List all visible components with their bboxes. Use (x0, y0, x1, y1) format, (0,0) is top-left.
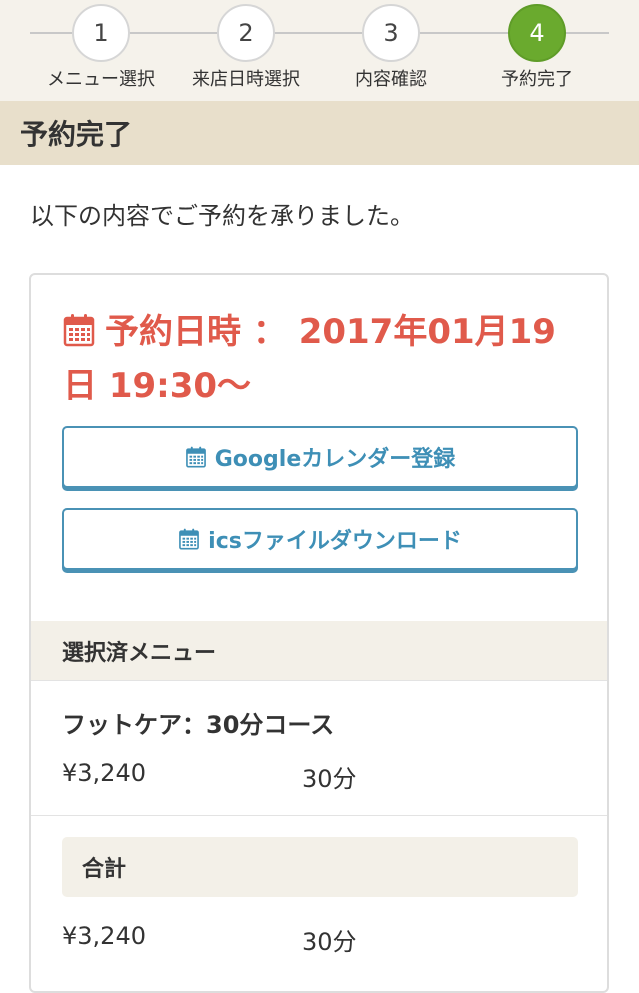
menu-item-duration: 30分 (302, 765, 357, 793)
calendar-icon (185, 446, 206, 468)
step-number-circle: 2 (217, 4, 275, 62)
step-number-circle-active: 4 (508, 4, 566, 62)
step-complete: 4 予約完了 (464, 4, 610, 91)
step-label: 来店日時選択 (192, 69, 300, 90)
step-label: メニュー選択 (47, 69, 155, 90)
ics-download-button[interactable]: icsファイルダウンロード (62, 508, 578, 570)
datetime-label: 予約日時 (105, 312, 241, 352)
total-duration: 30分 (302, 928, 357, 956)
page-title: 予約完了 (20, 118, 133, 151)
menu-item-name: フットケア：30分コース (62, 711, 335, 739)
step-number-circle: 3 (362, 4, 420, 62)
step-label: 内容確認 (355, 69, 427, 90)
ics-download-button-label: icsファイルダウンロード (208, 529, 462, 554)
selected-menu-heading: 選択済メニュー (31, 621, 607, 681)
calendar-icon (63, 311, 95, 361)
step-number-circle: 1 (72, 4, 130, 62)
divider (31, 815, 607, 816)
step-datetime-select: 2 来店日時選択 (173, 4, 319, 91)
menu-item-price: ¥3,240 (62, 759, 146, 787)
total-heading: 合計 (62, 837, 578, 897)
step-menu-select: 1 メニュー選択 (28, 4, 174, 91)
calendar-icon (179, 528, 200, 550)
page-title-bar: 予約完了 (0, 101, 639, 165)
reservation-card: 予約日時 ： 2017年01月19日 19:30〜 Googleカレンダー登録 (29, 273, 609, 993)
google-calendar-button[interactable]: Googleカレンダー登録 (62, 426, 578, 488)
step-confirm: 3 内容確認 (318, 4, 464, 91)
step-indicator: 1 メニュー選択 2 来店日時選択 3 内容確認 4 予約完了 (0, 0, 639, 101)
total-price: ¥3,240 (62, 922, 146, 950)
google-calendar-button-label: Googleカレンダー登録 (214, 447, 456, 472)
datetime-separator: ： (252, 312, 287, 352)
step-label: 予約完了 (501, 69, 573, 90)
intro-text: 以下の内容でご予約を承りました。 (30, 202, 414, 230)
reservation-datetime: 予約日時 ： 2017年01月19日 19:30〜 (63, 307, 563, 411)
